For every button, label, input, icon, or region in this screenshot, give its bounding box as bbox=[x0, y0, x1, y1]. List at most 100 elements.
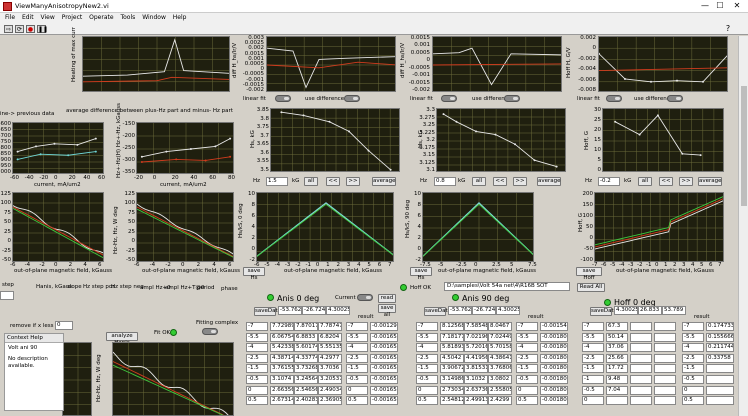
save-all-button[interactable]: save all bbox=[378, 304, 396, 318]
anis-90-value-cell[interactable]: 2.4299 bbox=[488, 396, 512, 406]
anis-90-field-cell[interactable]: -4 bbox=[416, 343, 438, 353]
scrollbar-thumb[interactable] bbox=[741, 86, 747, 206]
anis-0-value-cell[interactable]: 2.67314 bbox=[270, 396, 294, 406]
hz-input-3[interactable]: -0.2 bbox=[598, 177, 620, 186]
anis-0-value-cell[interactable]: 2.40283 bbox=[294, 396, 318, 406]
hoff-0-field-cell[interactable]: -4 bbox=[582, 343, 604, 353]
hoff-0-value-cell[interactable] bbox=[654, 364, 676, 374]
anis-90-value-cell[interactable]: 7.02449 bbox=[488, 332, 512, 342]
anis-90-result-value[interactable]: -0.001806 bbox=[540, 375, 568, 384]
hoff-0-value-cell[interactable] bbox=[630, 396, 652, 406]
hs-plot-90deg[interactable] bbox=[436, 108, 566, 172]
field-plot-hoff[interactable] bbox=[594, 192, 724, 262]
anis-0-field-cell[interactable]: 0 bbox=[246, 385, 268, 395]
run-arrow-icon[interactable]: ⇨ bbox=[4, 25, 13, 33]
hoff-0-value-cell[interactable]: 25.66 bbox=[606, 353, 628, 363]
fitting-complex-toggle[interactable] bbox=[202, 328, 218, 335]
hoff-0-result-value[interactable]: 0.211744 bbox=[706, 343, 734, 353]
hoff-0-value-cell[interactable]: 50.14 bbox=[606, 332, 628, 342]
anis-0-result-value[interactable]: -0.001650 bbox=[370, 364, 398, 374]
anis-90-value-cell[interactable]: 2.73034 bbox=[440, 385, 464, 395]
anis-90-value-cell[interactable]: 7.02196 bbox=[464, 332, 488, 342]
anis-90-value-cell[interactable]: 3.1032 bbox=[464, 375, 488, 384]
hz-input-2[interactable]: 0.8 bbox=[434, 177, 456, 186]
prev-button-3[interactable]: << bbox=[659, 177, 673, 186]
anis-90-field-cell[interactable]: -7 bbox=[416, 322, 438, 331]
hoff-0-head-value[interactable]: 53.789 bbox=[662, 306, 686, 315]
hoff-0-value-cell[interactable] bbox=[606, 396, 628, 406]
use-difference-toggle-1[interactable] bbox=[344, 95, 360, 102]
anis-90-value-cell[interactable]: 5.81893 bbox=[440, 343, 464, 353]
anis-0-value-cell[interactable]: 7.87017 bbox=[294, 322, 318, 331]
maximize-button[interactable]: ☐ bbox=[713, 1, 727, 10]
anis-0-value-cell[interactable]: 3.76155 bbox=[270, 364, 294, 374]
hs-plot-0deg[interactable] bbox=[270, 108, 400, 172]
average-button-1[interactable]: average bbox=[372, 177, 396, 186]
field-plot-hs-0deg[interactable] bbox=[256, 192, 394, 262]
anis-0-result-value[interactable]: -0.001650 bbox=[370, 332, 398, 342]
pause-icon[interactable]: ❚❚ bbox=[37, 25, 48, 33]
hoff-0-field-cell[interactable]: -7 bbox=[582, 322, 604, 331]
anis-90-result-value[interactable]: -0.001548 bbox=[540, 322, 568, 331]
average-button-2[interactable]: average bbox=[537, 177, 561, 186]
top-plot-4[interactable] bbox=[598, 36, 728, 92]
anis-90-head-value[interactable]: -26.7247 bbox=[472, 306, 496, 315]
hoff-0-value-cell[interactable] bbox=[654, 396, 676, 406]
linear-fit-toggle-1[interactable] bbox=[275, 95, 291, 102]
anis-0-value-cell[interactable]: 3.73268 bbox=[294, 364, 318, 374]
hoff-0-result-value[interactable] bbox=[706, 385, 734, 395]
hoff-0-result-field[interactable]: -7 bbox=[682, 322, 704, 331]
prev-button-2[interactable]: << bbox=[493, 177, 507, 186]
anis-0-result-field[interactable]: -2.5 bbox=[346, 353, 368, 363]
field-plot-2[interactable] bbox=[136, 192, 234, 262]
anis-90-result-value[interactable]: -0.001806 bbox=[540, 343, 568, 353]
hoff-0-value-cell[interactable] bbox=[630, 375, 652, 384]
save-hoff-button[interactable]: save Hoff bbox=[576, 267, 602, 281]
anis-90-result-value[interactable]: -0.001806 bbox=[540, 396, 568, 406]
field-plot-1[interactable] bbox=[12, 192, 104, 262]
hoff-0-field-cell[interactable]: -2.5 bbox=[582, 353, 604, 363]
anis-0-value-cell[interactable]: 5.60174 bbox=[294, 343, 318, 353]
hoff-0-value-cell[interactable] bbox=[654, 322, 676, 331]
next-button-3[interactable]: >> bbox=[679, 177, 693, 186]
hoff-0-value-cell[interactable] bbox=[630, 353, 652, 363]
hoff-0-value-cell[interactable]: 67.3 bbox=[606, 322, 628, 331]
anis-90-result-value[interactable]: -0.001806 bbox=[540, 332, 568, 342]
anis-90-result-field[interactable]: -0.5 bbox=[516, 375, 538, 384]
hoff-0-value-cell[interactable] bbox=[630, 385, 652, 395]
anis-90-value-cell[interactable]: 5.70158 bbox=[488, 343, 512, 353]
anis-90-result-field[interactable]: -7 bbox=[516, 322, 538, 331]
abort-icon[interactable]: ● bbox=[26, 25, 35, 33]
anis-0-result-field[interactable]: -1.5 bbox=[346, 364, 368, 374]
anis-0-result-field[interactable]: 0.5 bbox=[346, 396, 368, 406]
hoff-0-result-value[interactable] bbox=[706, 396, 734, 406]
next-button-2[interactable]: >> bbox=[513, 177, 527, 186]
top-plot-3[interactable] bbox=[432, 36, 562, 92]
hoff-0-field-cell[interactable]: -1.5 bbox=[582, 364, 604, 374]
anis-90-field-cell[interactable]: 0.5 bbox=[416, 396, 438, 406]
menu-operate[interactable]: Operate bbox=[89, 13, 113, 23]
all-button-2[interactable]: all bbox=[472, 177, 486, 186]
hoff-0-value-cell[interactable] bbox=[654, 343, 676, 353]
anis-90-value-cell[interactable]: 7.18177 bbox=[440, 332, 464, 342]
linear-fit-toggle-3[interactable] bbox=[606, 95, 622, 102]
anis-90-value-cell[interactable]: 3.14986 bbox=[440, 375, 464, 384]
anis-0-result-value[interactable]: -0.001650 bbox=[370, 353, 398, 363]
anis-0-result-field[interactable]: 0 bbox=[346, 385, 368, 395]
anis-0-result-value[interactable]: -0.001650 bbox=[370, 343, 398, 353]
anis-90-result-field[interactable]: -4 bbox=[516, 343, 538, 353]
anis-0-result-value[interactable]: -0.001650 bbox=[370, 375, 398, 384]
hoff-0-value-cell[interactable] bbox=[654, 385, 676, 395]
anis-0-value-cell[interactable]: 2.66356 bbox=[270, 385, 294, 395]
field-plot-hs-90deg[interactable] bbox=[422, 192, 534, 262]
anis-0-value-cell[interactable]: 3.20537 bbox=[318, 375, 342, 384]
hoff-0-result-value[interactable]: 0.174733 bbox=[706, 322, 734, 331]
anis-0-value-cell[interactable]: 2.36905 bbox=[318, 396, 342, 406]
anis-90-value-cell[interactable]: 8.0467 bbox=[488, 322, 512, 331]
anis-90-value-cell[interactable]: 4.41956 bbox=[464, 353, 488, 363]
anis-90-result-field[interactable]: -5.5 bbox=[516, 332, 538, 342]
hoff-0-result-field[interactable]: -4 bbox=[682, 343, 704, 353]
hz-input-1[interactable]: 1.5 bbox=[266, 177, 288, 186]
anis-0-field-cell[interactable]: -1.5 bbox=[246, 364, 268, 374]
current-toggle[interactable] bbox=[357, 294, 373, 301]
